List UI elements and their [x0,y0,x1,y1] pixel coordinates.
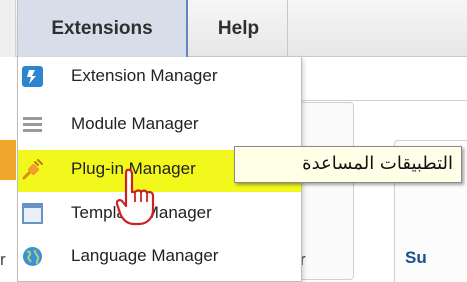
template-icon [22,203,43,224]
module-icon [23,117,42,132]
background-link-su[interactable]: Su [405,248,427,268]
tooltip-text: التطبيقات المساعدة [302,153,453,174]
menu-item-label: Module Manager [71,114,199,133]
menu-item-label: Language Manager [71,246,219,265]
background-divider [300,100,467,101]
menu-bar: Extensions Help [0,0,467,57]
background-orange-strip [0,140,16,180]
extension-icon [22,66,43,87]
menu-bar-edge [0,0,16,57]
language-icon [23,247,42,266]
background-text-left: r [0,250,6,269]
plugin-icon [22,159,43,180]
menu-extensions[interactable]: Extensions [17,0,188,57]
menu-help[interactable]: Help [190,0,288,57]
menu-item-language-manager[interactable]: Language Manager [18,237,301,279]
menu-item-label: Extension Manager [71,66,218,85]
hand-cursor-icon [116,168,155,226]
menu-item-module-manager[interactable]: Module Manager [18,105,301,147]
menu-item-template-manager[interactable]: Template Manager [18,194,301,236]
tooltip: التطبيقات المساعدة [234,146,462,183]
menu-item-extension-manager[interactable]: Extension Manager [18,57,301,99]
